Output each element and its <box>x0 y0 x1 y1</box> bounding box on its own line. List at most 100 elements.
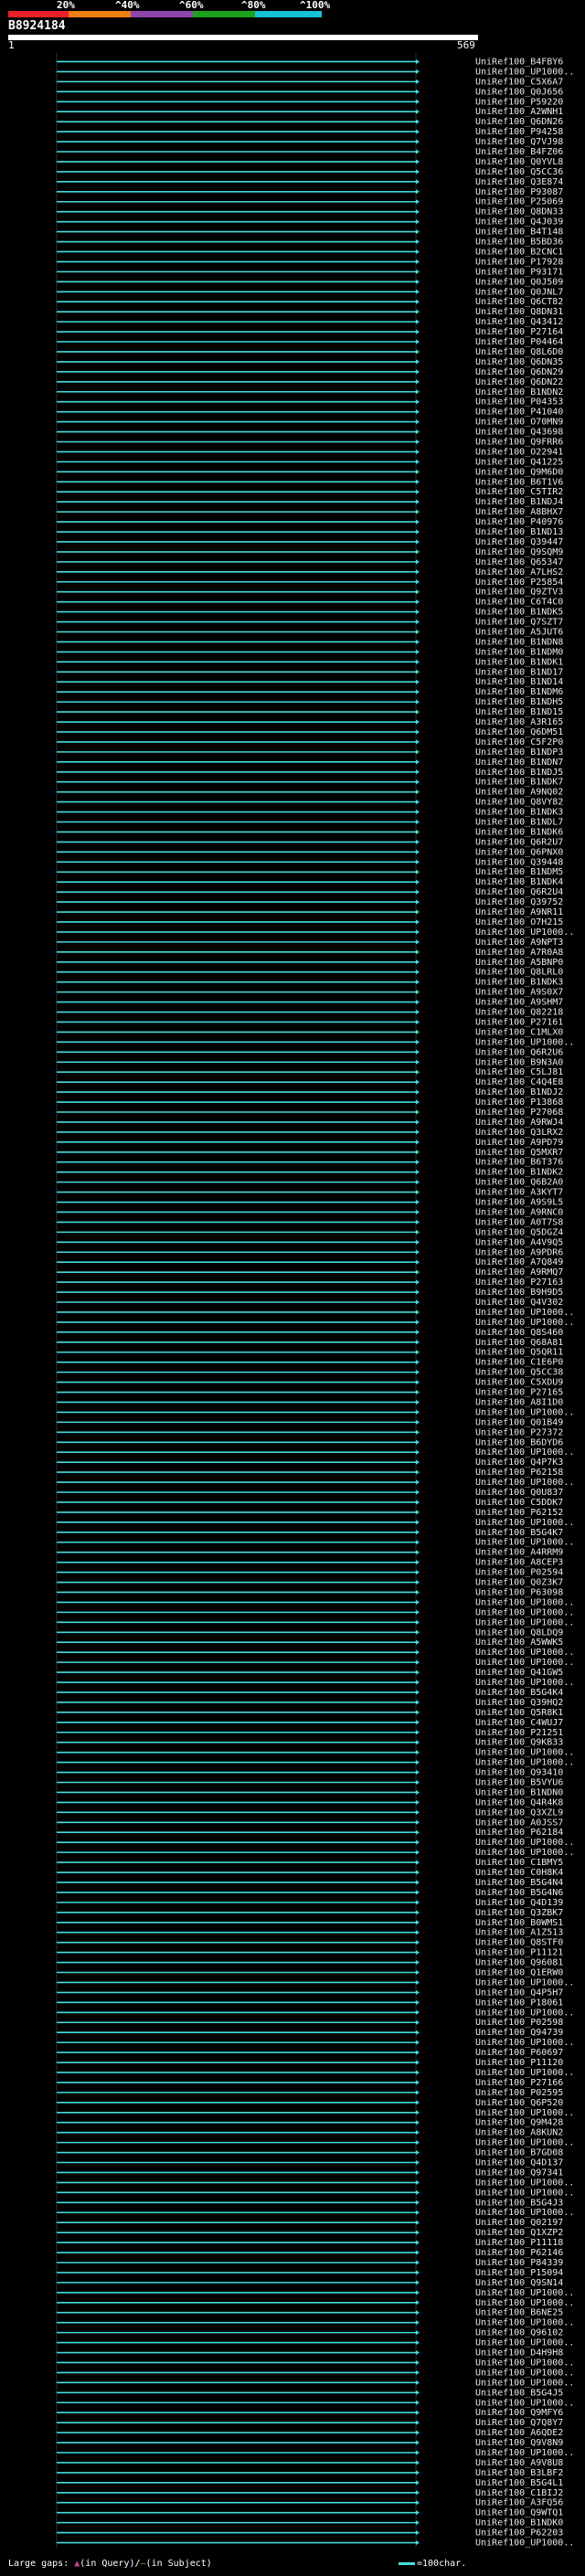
hit-label[interactable]: UniRef100_B1NDJ5 <box>475 768 563 778</box>
hit-label[interactable]: UniRef100_O70MN9 <box>475 418 563 428</box>
hit-row[interactable]: UniRef100_UP1000.. <box>57 1308 574 1318</box>
hit-label[interactable]: UniRef100_Q0Z3K7 <box>475 1578 563 1588</box>
hit-label[interactable]: UniRef100_B5G4N6 <box>475 1888 563 1898</box>
hit-row[interactable]: UniRef100_C5XDU9 <box>57 1378 563 1388</box>
hit-row[interactable]: UniRef100_Q6CT82 <box>57 297 563 307</box>
hit-row[interactable]: UniRef100_A0T7S8 <box>57 1217 563 1227</box>
hit-row[interactable]: UniRef100_P04464 <box>57 337 563 347</box>
hit-label[interactable]: UniRef100_Q0J656 <box>475 87 563 97</box>
hit-label[interactable]: UniRef100_Q43412 <box>475 317 563 327</box>
hit-row[interactable]: UniRef100_P21251 <box>57 1728 563 1738</box>
hit-label[interactable]: UniRef100_P62158 <box>475 1468 563 1478</box>
hit-label[interactable]: UniRef100_A9PD79 <box>475 1138 563 1148</box>
hit-row[interactable]: UniRef100_C6T4C0 <box>57 598 563 608</box>
hit-label[interactable]: UniRef100_B1NDK3 <box>475 808 563 818</box>
hit-label[interactable]: UniRef100_P27372 <box>475 1427 563 1437</box>
hit-row[interactable]: UniRef100_B9N3A0 <box>57 1057 563 1067</box>
hit-row[interactable]: UniRef100_A9RWJ4 <box>57 1118 563 1128</box>
hit-label[interactable]: UniRef100_A8CEP3 <box>475 1558 563 1568</box>
hit-row[interactable]: UniRef100_A9SHM7 <box>57 998 563 1008</box>
hit-label[interactable]: UniRef100_UP1000.. <box>475 1678 574 1688</box>
hit-row[interactable]: UniRef100_B1ND14 <box>57 677 563 687</box>
hit-label[interactable]: UniRef100_Q41GW5 <box>475 1668 563 1678</box>
hit-row[interactable]: UniRef100_A8BHX7 <box>57 507 563 517</box>
hit-row[interactable]: UniRef100_Q01B49 <box>57 1417 563 1427</box>
hit-row[interactable]: UniRef100_B1NDJ5 <box>57 768 563 778</box>
hit-label[interactable]: UniRef100_A9NR11 <box>475 907 563 917</box>
hit-label[interactable]: UniRef100_B1NDK6 <box>475 827 563 837</box>
hit-label[interactable]: UniRef100_P02598 <box>475 2018 563 2028</box>
hit-label[interactable]: UniRef100_C5LJ81 <box>475 1067 563 1077</box>
hit-row[interactable]: UniRef100_Q8LRL0 <box>57 968 563 978</box>
hit-row[interactable]: UniRef100_Q6DN29 <box>57 367 563 377</box>
hit-label[interactable]: UniRef100_A3KYT7 <box>475 1188 563 1198</box>
hit-label[interactable]: UniRef100_P11118 <box>475 2238 563 2248</box>
hit-row[interactable]: UniRef100_P27166 <box>57 2078 563 2088</box>
hit-label[interactable]: UniRef100_A9RNC0 <box>475 1207 563 1217</box>
hit-row[interactable]: UniRef100_Q4V302 <box>57 1298 563 1308</box>
hit-row[interactable]: UniRef100_B1NDN0 <box>57 1787 563 1797</box>
hit-row[interactable]: UniRef100_C1BMY5 <box>57 1858 563 1868</box>
hit-label[interactable]: UniRef100_UP1000.. <box>475 1308 574 1318</box>
hit-row[interactable]: UniRef100_UP1000.. <box>57 2539 574 2549</box>
hit-row[interactable]: UniRef100_P40976 <box>57 517 563 527</box>
hit-row[interactable]: UniRef100_P27165 <box>57 1388 563 1398</box>
hit-label[interactable]: UniRef100_O7H215 <box>475 917 563 928</box>
hit-label[interactable]: UniRef100_Q9KB33 <box>475 1738 563 1748</box>
hit-label[interactable]: UniRef100_A8KUN2 <box>475 2128 563 2138</box>
hit-row[interactable]: UniRef100_P62152 <box>57 1508 563 1518</box>
hit-label[interactable]: UniRef100_P93171 <box>475 267 563 277</box>
hit-row[interactable]: UniRef100_B1NDK7 <box>57 778 563 788</box>
hit-label[interactable]: UniRef100_Q93410 <box>475 1768 563 1778</box>
hit-label[interactable]: UniRef100_C4Q4E8 <box>475 1077 563 1087</box>
hit-row[interactable]: UniRef100_P93171 <box>57 267 563 277</box>
hit-row[interactable]: UniRef100_P27372 <box>57 1427 563 1437</box>
hit-label[interactable]: UniRef100_B5BD36 <box>475 238 563 248</box>
hit-label[interactable]: UniRef100_C5X6A7 <box>475 77 563 87</box>
hit-row[interactable]: UniRef100_UP1000.. <box>57 1318 574 1328</box>
hit-label[interactable]: UniRef100_Q6B2A0 <box>475 1178 563 1188</box>
hit-row[interactable]: UniRef100_P11120 <box>57 2058 563 2068</box>
hit-label[interactable]: UniRef100_Q1ERW0 <box>475 1968 563 1978</box>
hit-label[interactable]: UniRef100_Q41225 <box>475 457 563 467</box>
hit-label[interactable]: UniRef100_B3LBF2 <box>475 2468 563 2478</box>
hit-row[interactable]: UniRef100_Q8VY82 <box>57 798 563 808</box>
hit-label[interactable]: UniRef100_UP1000.. <box>475 1977 574 1988</box>
hit-label[interactable]: UniRef100_B7GD08 <box>475 2148 563 2158</box>
hit-row[interactable]: UniRef100_C1E6P0 <box>57 1358 563 1368</box>
hit-row[interactable]: UniRef100_Q8S460 <box>57 1328 563 1338</box>
hit-label[interactable]: UniRef100_A4V9Q5 <box>475 1237 563 1247</box>
hit-label[interactable]: UniRef100_Q8DN31 <box>475 307 563 317</box>
hit-label[interactable]: UniRef100_P04464 <box>475 337 563 347</box>
hit-label[interactable]: UniRef100_UP1000.. <box>475 2358 574 2368</box>
hit-label[interactable]: UniRef100_P40976 <box>475 517 563 527</box>
hit-row[interactable]: UniRef100_A3KYT7 <box>57 1188 563 1198</box>
hit-label[interactable]: UniRef100_Q6R2U4 <box>475 887 563 897</box>
hit-label[interactable]: UniRef100_Q4P7K3 <box>475 1458 563 1468</box>
hit-row[interactable]: UniRef100_B6DYD6 <box>57 1437 563 1447</box>
hit-row[interactable]: UniRef100_Q9V8N9 <box>57 2438 563 2448</box>
hit-row[interactable]: UniRef100_B1NDK3 <box>57 808 563 818</box>
hit-row[interactable]: UniRef100_Q65347 <box>57 557 563 567</box>
hit-row[interactable]: UniRef100_Q5CC38 <box>57 1368 563 1378</box>
hit-label[interactable]: UniRef100_C1MLX0 <box>475 1027 563 1037</box>
hit-label[interactable]: UniRef100_Q4D137 <box>475 2158 563 2168</box>
hit-label[interactable]: UniRef100_P94258 <box>475 127 563 137</box>
hit-row[interactable]: UniRef100_P27164 <box>57 327 563 337</box>
hit-row[interactable]: UniRef100_P11121 <box>57 1948 563 1958</box>
hit-row[interactable]: UniRef100_A7LHS2 <box>57 567 563 578</box>
hit-row[interactable]: UniRef100_Q6DM51 <box>57 727 563 737</box>
hit-row[interactable]: UniRef100_A9S0X7 <box>57 988 563 998</box>
hit-row[interactable]: UniRef100_B5G4K4 <box>57 1688 563 1698</box>
hit-row[interactable]: UniRef100_Q96081 <box>57 1958 563 1968</box>
hit-row[interactable]: UniRef100_A2WNH1 <box>57 107 563 117</box>
hit-label[interactable]: UniRef100_A5WWK5 <box>475 1638 563 1648</box>
hit-label[interactable]: UniRef100_Q9V8N9 <box>475 2438 563 2448</box>
hit-label[interactable]: UniRef100_B1NDH5 <box>475 697 563 707</box>
hit-label[interactable]: UniRef100_Q3LRX2 <box>475 1128 563 1138</box>
hit-label[interactable]: UniRef100_P25854 <box>475 578 563 588</box>
hit-row[interactable]: UniRef100_UP1000.. <box>57 1748 574 1758</box>
hit-label[interactable]: UniRef100_B1ND17 <box>475 667 563 677</box>
hit-label[interactable]: UniRef100_Q9SN14 <box>475 2278 563 2288</box>
hit-row[interactable]: UniRef100_B1NDK6 <box>57 827 563 837</box>
